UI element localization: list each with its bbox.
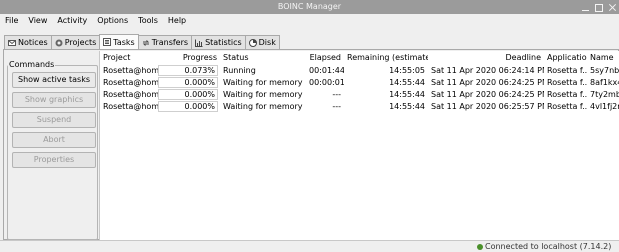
table-row[interactable]: Rosetta@home 0.000% Waiting for memory -… xyxy=(100,100,619,112)
abort-button[interactable]: Abort xyxy=(12,132,96,148)
window-title: BOINC Manager xyxy=(278,2,341,11)
show-graphics-button[interactable]: Show graphics xyxy=(12,92,96,108)
cell-elapsed: --- xyxy=(306,88,344,100)
cell-application: Rosetta f... xyxy=(544,76,587,88)
menu-help[interactable]: Help xyxy=(163,14,191,28)
cell-project: Rosetta@home xyxy=(100,64,158,76)
connection-status: Connected to localhost (7.14.2) xyxy=(485,242,611,251)
chart-icon xyxy=(195,39,203,47)
tab-label: Disk xyxy=(259,38,276,47)
cell-elapsed: --- xyxy=(306,100,344,112)
cell-status: Waiting for memory xyxy=(220,100,306,112)
commands-label: Commands xyxy=(8,60,55,69)
menu-bar: File View Activity Options Tools Help xyxy=(0,14,619,28)
cell-status: Waiting for memory xyxy=(220,88,306,100)
commands-group: Show active tasks Show graphics Suspend … xyxy=(7,65,98,240)
column-elapsed[interactable]: Elapsed xyxy=(306,51,344,64)
envelope-icon xyxy=(8,39,16,47)
cell-deadline: Sat 11 Apr 2020 06:24:25 PM PDT xyxy=(428,76,544,88)
menu-file[interactable]: File xyxy=(0,14,23,28)
progress-value: 0.000% xyxy=(184,78,215,88)
tab-label: Transfers xyxy=(152,38,188,47)
cell-deadline: Sat 11 Apr 2020 06:25:57 PM PDT xyxy=(428,100,544,112)
status-bar: Connected to localhost (7.14.2) xyxy=(0,240,619,251)
column-application[interactable]: Application xyxy=(544,51,587,64)
show-active-tasks-button[interactable]: Show active tasks xyxy=(12,72,96,88)
tab-notices[interactable]: Notices xyxy=(4,35,52,49)
column-deadline[interactable]: Deadline xyxy=(428,51,544,64)
progress-bar: 0.000% xyxy=(158,77,218,88)
progress-bar: 0.000% xyxy=(158,101,218,112)
cell-status: Running xyxy=(220,64,306,76)
cell-application: Rosetta f... xyxy=(544,88,587,100)
progress-value: 0.073% xyxy=(184,66,215,76)
suspend-button[interactable]: Suspend xyxy=(12,112,96,128)
tab-projects[interactable]: Projects xyxy=(51,35,101,49)
tab-disk[interactable]: Disk xyxy=(245,35,280,49)
maximize-icon[interactable] xyxy=(595,4,603,12)
cell-remaining: 14:55:44 xyxy=(344,100,428,112)
cell-name: 4vl1fj2m_Ju xyxy=(587,100,619,112)
close-icon[interactable] xyxy=(608,3,617,12)
cell-name: 5sy7nb4l_Ju xyxy=(587,64,619,76)
cell-remaining: 14:55:44 xyxy=(344,88,428,100)
cell-status: Waiting for memory xyxy=(220,76,306,88)
menu-options[interactable]: Options xyxy=(92,14,133,28)
cell-name: 8af1kx4g_Ju xyxy=(587,76,619,88)
column-name[interactable]: Name xyxy=(587,51,619,64)
progress-bar: 0.000% xyxy=(158,89,218,100)
menu-activity[interactable]: Activity xyxy=(52,14,92,28)
cell-deadline: Sat 11 Apr 2020 06:24:25 PM PDT xyxy=(428,88,544,100)
cell-name: 7ty2mb5d_Ju xyxy=(587,88,619,100)
cell-application: Rosetta f... xyxy=(544,100,587,112)
list-icon xyxy=(103,38,111,46)
window-titlebar: BOINC Manager xyxy=(0,0,619,14)
column-progress[interactable]: Progress xyxy=(158,51,220,64)
disk-icon xyxy=(249,39,257,47)
globe-icon xyxy=(55,39,63,47)
tab-statistics[interactable]: Statistics xyxy=(191,35,246,49)
progress-value: 0.000% xyxy=(184,90,215,100)
tab-label: Notices xyxy=(18,38,48,47)
cell-remaining: 14:55:05 xyxy=(344,64,428,76)
cell-remaining: 14:55:44 xyxy=(344,76,428,88)
menu-view[interactable]: View xyxy=(23,14,52,28)
table-row[interactable]: Rosetta@home 0.073% Running 00:01:44 14:… xyxy=(100,64,619,76)
cell-project: Rosetta@home xyxy=(100,88,158,100)
tab-label: Tasks xyxy=(113,38,134,47)
connection-icon xyxy=(477,244,483,250)
minimize-icon[interactable] xyxy=(581,3,590,12)
cell-project: Rosetta@home xyxy=(100,100,158,112)
tab-bar: Notices Projects Tasks Transfers Statist… xyxy=(4,35,279,49)
table-row[interactable]: Rosetta@home 0.000% Waiting for memory 0… xyxy=(100,76,619,88)
column-status[interactable]: Status xyxy=(220,51,306,64)
tasks-panel: Show active tasks Show graphics Suspend … xyxy=(3,49,619,240)
cell-elapsed: 00:01:44 xyxy=(306,64,344,76)
tab-transfers[interactable]: Transfers xyxy=(138,35,192,49)
table-header-row: Project Progress Status Elapsed Remainin… xyxy=(100,51,619,64)
progress-bar: 0.073% xyxy=(158,65,218,76)
tasks-table[interactable]: Project Progress Status Elapsed Remainin… xyxy=(99,51,619,240)
cell-deadline: Sat 11 Apr 2020 06:24:14 PM PDT xyxy=(428,64,544,76)
column-project[interactable]: Project xyxy=(100,51,158,64)
column-remaining[interactable]: Remaining (estimated) xyxy=(344,51,428,64)
tab-tasks[interactable]: Tasks xyxy=(99,34,138,49)
tab-label: Projects xyxy=(65,38,97,47)
cell-application: Rosetta f... xyxy=(544,64,587,76)
tab-label: Statistics xyxy=(205,38,242,47)
progress-value: 0.000% xyxy=(184,102,215,112)
cell-project: Rosetta@home xyxy=(100,76,158,88)
transfer-icon xyxy=(142,39,150,47)
properties-button[interactable]: Properties xyxy=(12,152,96,168)
cell-elapsed: 00:00:01 xyxy=(306,76,344,88)
menu-tools[interactable]: Tools xyxy=(133,14,163,28)
table-row[interactable]: Rosetta@home 0.000% Waiting for memory -… xyxy=(100,88,619,100)
